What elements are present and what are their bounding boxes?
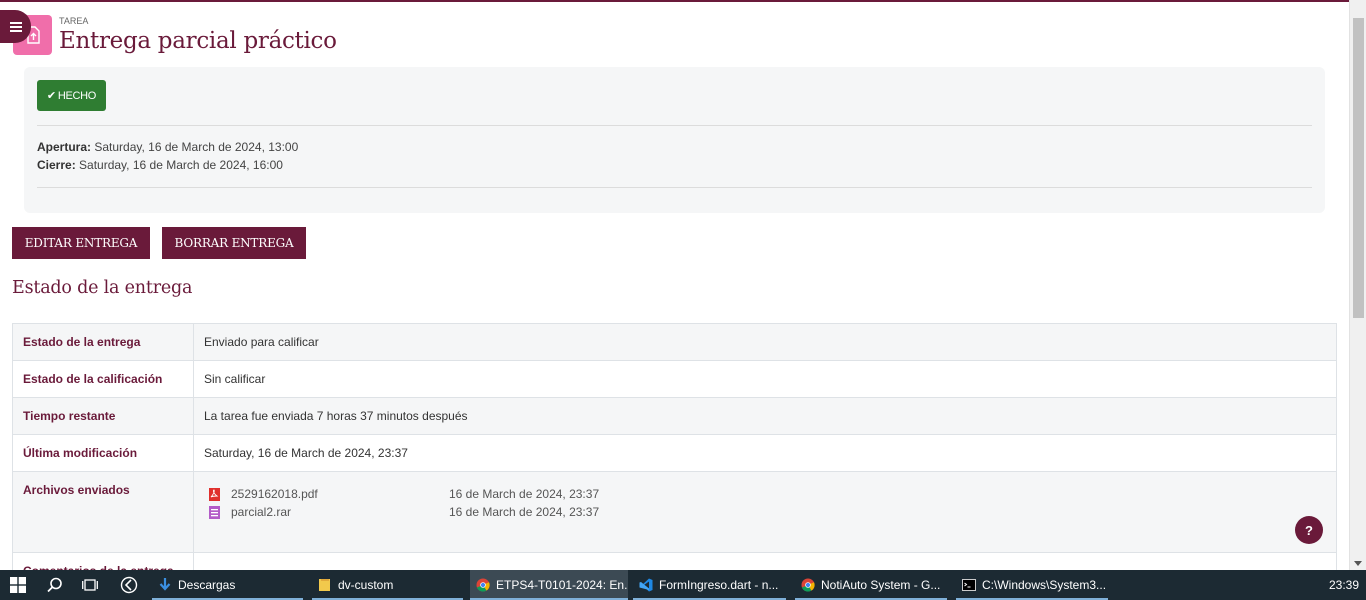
task-view-icon[interactable]	[80, 570, 100, 600]
page-scrollbar[interactable]	[1349, 0, 1366, 570]
taskbar-item-chrome-etps4[interactable]: ETPS4-T0101-2024: En...	[470, 570, 628, 600]
row-label: Última modificación	[12, 434, 194, 472]
search-icon[interactable]	[44, 570, 66, 600]
page-title: Entrega parcial práctico	[59, 28, 337, 54]
task-label: NotiAuto System - G...	[821, 578, 941, 592]
system-clock[interactable]: 23:39	[1329, 570, 1359, 600]
row-label: Estado de la calificación	[12, 360, 194, 398]
table-row: Última modificación Saturday, 16 de Marc…	[12, 434, 1337, 472]
course-index-toggle[interactable]	[0, 10, 31, 43]
task-label: C:\Windows\System3...	[982, 578, 1107, 592]
file-item: parcial2.rar 16 de March de 2024, 23:37	[194, 503, 1326, 521]
download-arrow-icon	[158, 578, 172, 592]
folder-icon	[318, 578, 332, 592]
row-value: Enviado para calificar	[193, 323, 1337, 361]
row-label: Archivos enviados	[12, 471, 194, 553]
divider	[37, 125, 1312, 126]
table-row: Archivos enviados 2529162018.pdf 16 de M…	[12, 471, 1337, 553]
pdf-icon	[208, 487, 221, 501]
completion-badge[interactable]: ✔ HECHO	[37, 80, 106, 111]
close-date: Cierre: Saturday, 16 de March de 2024, 1…	[37, 158, 283, 172]
taskbar-item-vscode[interactable]: FormIngreso.dart - n...	[633, 570, 786, 600]
check-icon: ✔	[46, 90, 56, 102]
file-link[interactable]: 2529162018.pdf	[231, 487, 449, 501]
row-value: Sin calificar	[193, 360, 1337, 398]
taskbar-item-chrome-notiauto[interactable]: NotiAuto System - G...	[795, 570, 947, 600]
scroll-down-arrow-icon[interactable]	[1354, 561, 1362, 566]
row-label: Estado de la entrega	[12, 323, 194, 361]
open-date: Apertura: Saturday, 16 de March de 2024,…	[37, 140, 298, 154]
task-label: Descargas	[178, 578, 236, 592]
app-circle-icon[interactable]	[119, 570, 139, 600]
windows-start-icon[interactable]	[8, 570, 28, 600]
vscode-icon	[639, 578, 653, 592]
chrome-icon	[476, 578, 490, 592]
close-date-label: Cierre:	[37, 158, 76, 172]
activity-dates-panel: ✔ HECHO Apertura: Saturday, 16 de March …	[24, 67, 1325, 213]
task-label: ETPS4-T0101-2024: En...	[496, 578, 628, 592]
table-row: Estado de la entrega Enviado para califi…	[12, 323, 1337, 361]
submission-status-table: Estado de la entrega Enviado para califi…	[12, 323, 1337, 583]
table-row: Estado de la calificación Sin calificar	[12, 360, 1337, 398]
task-label: dv-custom	[338, 578, 394, 592]
task-label: FormIngreso.dart - n...	[659, 578, 779, 592]
submission-status-heading: Estado de la entrega	[12, 278, 193, 298]
open-date-value: Saturday, 16 de March de 2024, 13:00	[94, 140, 299, 154]
row-label: Tiempo restante	[12, 397, 194, 435]
archive-icon	[208, 505, 221, 519]
chrome-icon	[801, 578, 815, 592]
cmd-icon	[962, 578, 976, 592]
delete-submission-button[interactable]: BORRAR ENTREGA	[162, 227, 306, 259]
windows-taskbar: Descargas dv-custom ETPS4-T0101-2024: En…	[0, 570, 1366, 600]
top-accent-line	[0, 0, 1366, 2]
edit-submission-button[interactable]: EDITAR ENTREGA	[12, 227, 150, 259]
submitted-files: 2529162018.pdf 16 de March de 2024, 23:3…	[193, 471, 1337, 553]
taskbar-item-descargas[interactable]: Descargas	[152, 570, 303, 600]
help-button[interactable]: ?	[1295, 516, 1323, 544]
file-item: 2529162018.pdf 16 de March de 2024, 23:3…	[194, 485, 1326, 503]
divider	[37, 187, 1312, 188]
taskbar-item-dv-custom[interactable]: dv-custom	[312, 570, 463, 600]
scrollbar-thumb[interactable]	[1353, 18, 1364, 318]
row-value: Saturday, 16 de March de 2024, 23:37	[193, 434, 1337, 472]
row-value: La tarea fue enviada 7 horas 37 minutos …	[193, 397, 1337, 435]
open-date-label: Apertura:	[37, 140, 92, 154]
completion-badge-label: HECHO	[57, 89, 97, 102]
file-link[interactable]: parcial2.rar	[231, 505, 449, 519]
file-date: 16 de March de 2024, 23:37	[449, 487, 600, 501]
file-date: 16 de March de 2024, 23:37	[449, 505, 600, 519]
taskbar-item-cmd[interactable]: C:\Windows\System3...	[956, 570, 1108, 600]
table-row: Tiempo restante La tarea fue enviada 7 h…	[12, 397, 1337, 435]
list-icon	[9, 21, 22, 32]
close-date-value: Saturday, 16 de March de 2024, 16:00	[79, 158, 283, 172]
activity-type-label: TAREA	[59, 16, 89, 26]
